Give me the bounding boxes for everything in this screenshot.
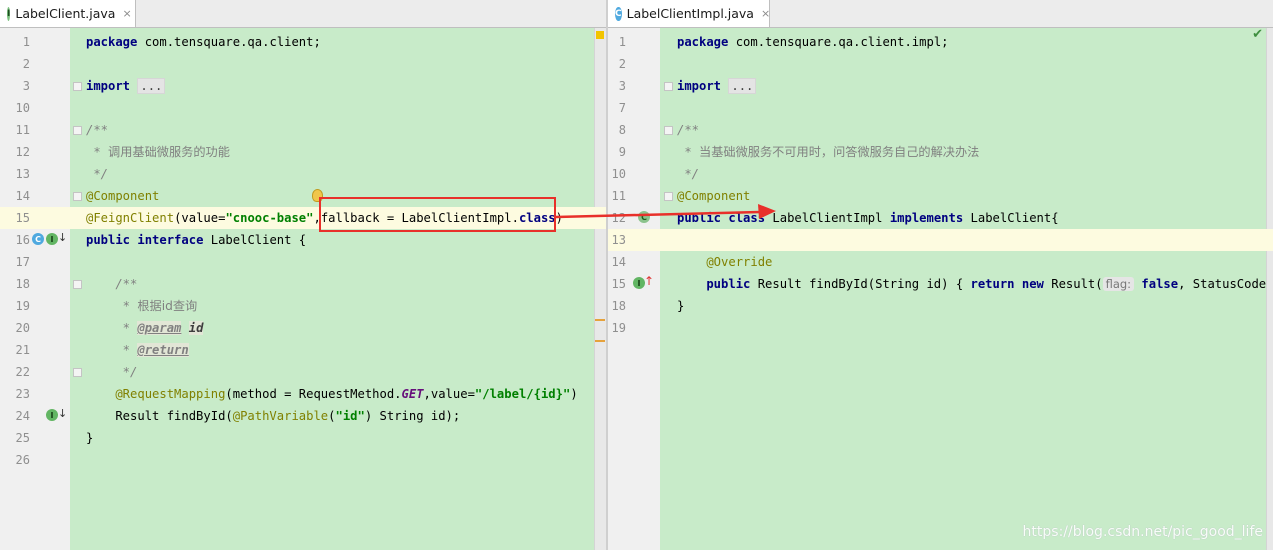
annotation-arrow <box>555 204 776 219</box>
